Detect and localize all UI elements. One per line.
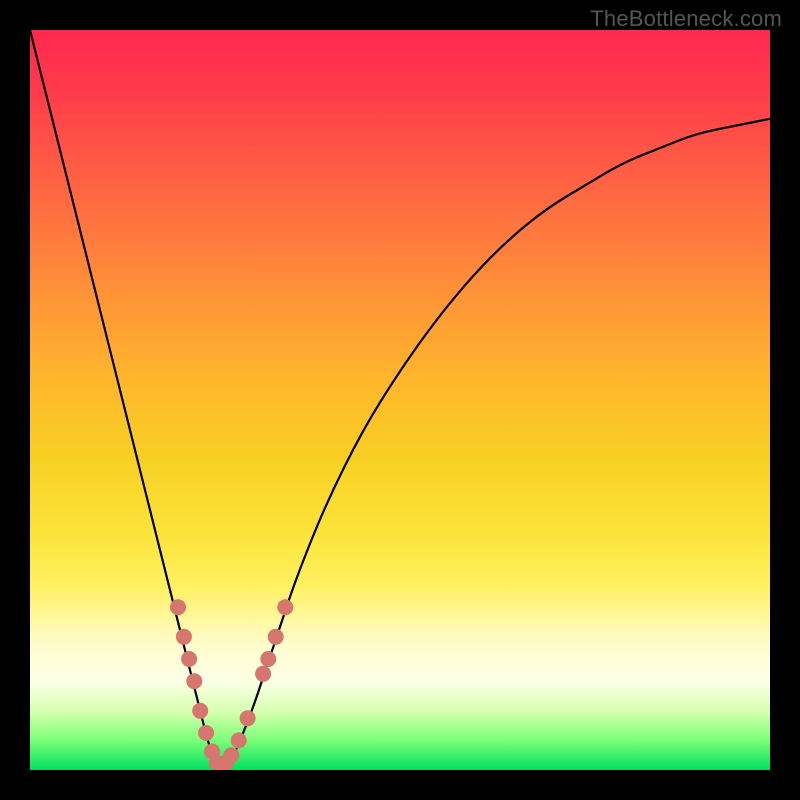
- curve-marker: [231, 732, 247, 748]
- curve-marker: [198, 725, 214, 741]
- curve-marker: [223, 747, 239, 763]
- curve-marker: [240, 710, 256, 726]
- curve-marker: [186, 673, 202, 689]
- curve-marker: [277, 599, 293, 615]
- curve-marker: [176, 629, 192, 645]
- plot-area: [30, 30, 770, 770]
- bottleneck-curve: [30, 30, 770, 768]
- outer-frame: TheBottleneck.com: [0, 0, 800, 800]
- curve-markers: [170, 599, 293, 770]
- curve-marker: [181, 651, 197, 667]
- curve-marker: [170, 599, 186, 615]
- curve-marker: [268, 629, 284, 645]
- curve-marker: [192, 703, 208, 719]
- curve-marker: [260, 651, 276, 667]
- chart-svg: [30, 30, 770, 770]
- curve-marker: [255, 666, 271, 682]
- attribution-text: TheBottleneck.com: [590, 6, 782, 32]
